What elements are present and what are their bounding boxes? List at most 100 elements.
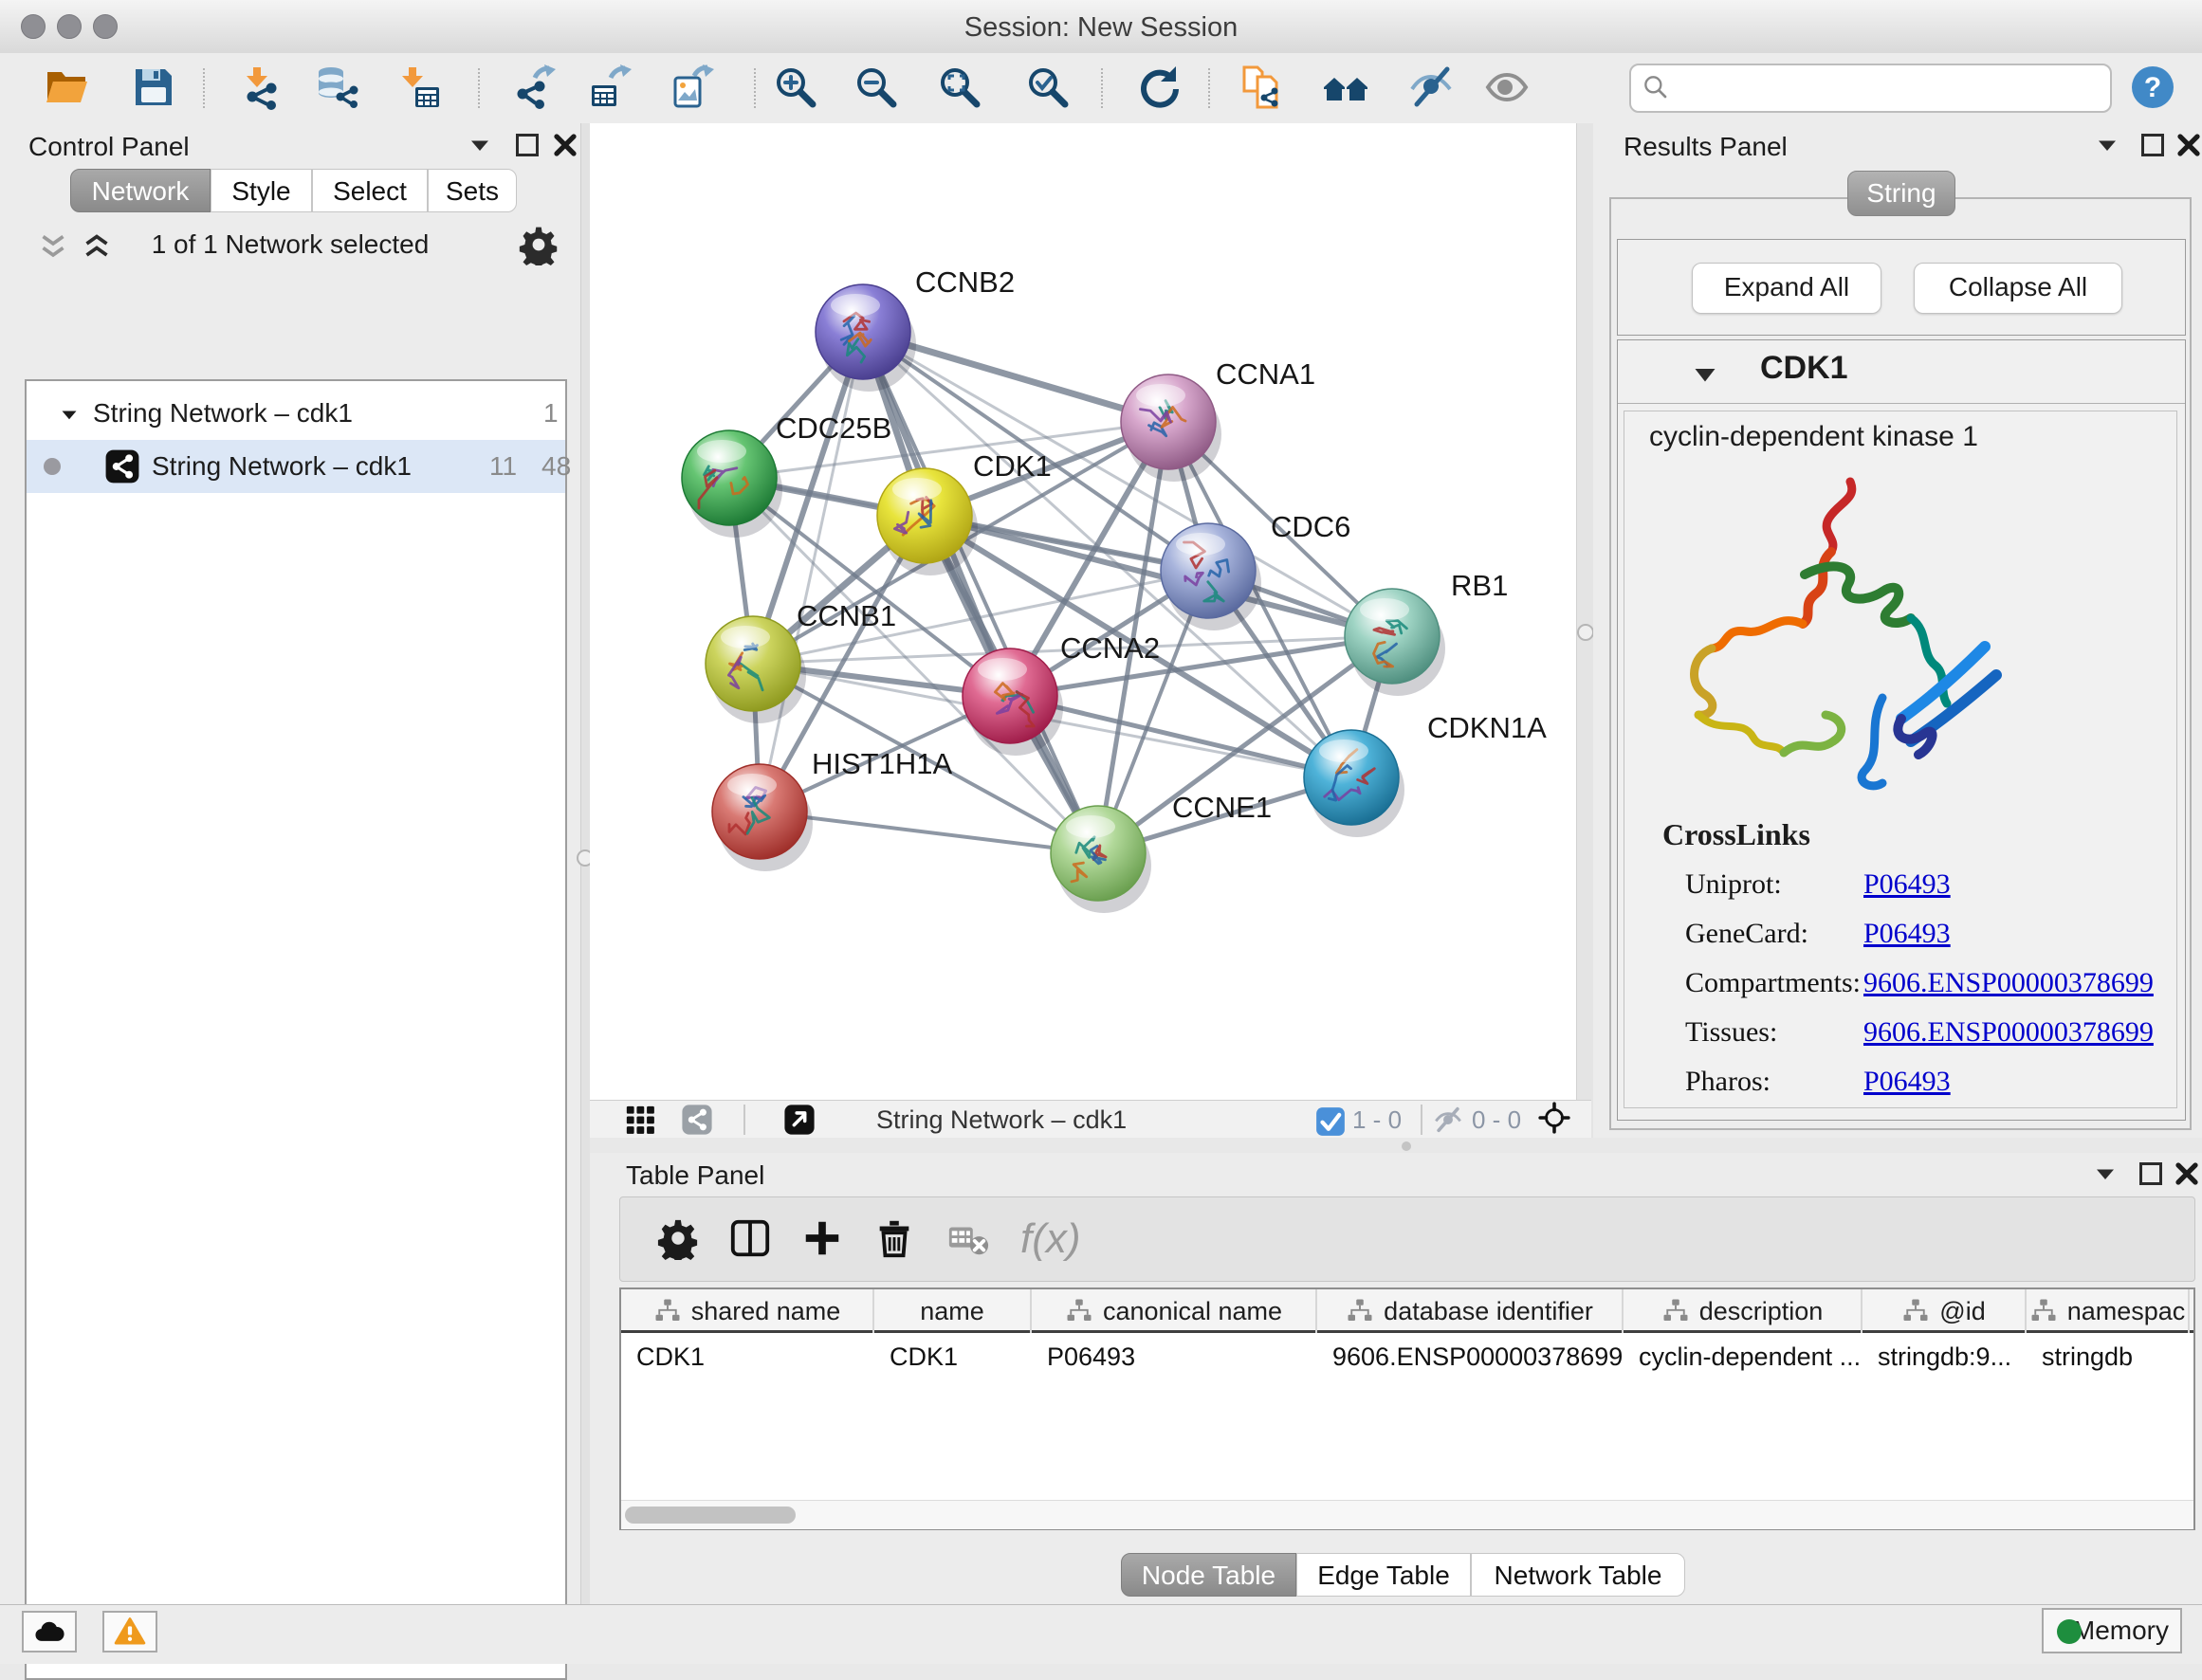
import-network-icon[interactable]: [237, 64, 283, 110]
gear-icon[interactable]: [518, 224, 560, 265]
crosslink-link[interactable]: P06493: [1863, 1066, 1951, 1098]
node-CDKN1A[interactable]: CDKN1A: [1304, 711, 1547, 837]
hidden-eye-icon[interactable]: [1432, 1104, 1464, 1136]
import-table-icon[interactable]: [396, 64, 442, 110]
show-all-icon[interactable]: [1484, 64, 1530, 110]
tab-network-table[interactable]: Network Table: [1471, 1553, 1685, 1597]
node-label-CCNA1: CCNA1: [1216, 357, 1315, 391]
delete-table-icon[interactable]: [946, 1216, 990, 1260]
search-box[interactable]: [1629, 64, 2112, 113]
crosslink-link[interactable]: 9606.ENSP00000378699: [1863, 967, 2154, 999]
node-HIST1H1A[interactable]: HIST1H1A: [712, 747, 952, 871]
crosslink-link[interactable]: 9606.ENSP00000378699: [1863, 1016, 2154, 1049]
help-button[interactable]: ?: [2130, 64, 2175, 110]
node-CDK1[interactable]: CDK1: [877, 449, 1052, 575]
column-header-namespac[interactable]: namespac: [2027, 1289, 2190, 1333]
save-session-icon[interactable]: [131, 64, 176, 110]
column-header-description[interactable]: description: [1624, 1289, 1863, 1333]
tab-network[interactable]: Network: [70, 169, 211, 212]
export-image-icon[interactable]: [670, 64, 715, 110]
column-header--id[interactable]: @id: [1863, 1289, 2027, 1333]
scrollbar-thumb[interactable]: [625, 1507, 796, 1524]
crosslink-link[interactable]: P06493: [1863, 868, 1951, 901]
open-in-new-window-icon[interactable]: [783, 1104, 816, 1136]
open-folder-icon[interactable]: [44, 64, 89, 110]
panel-menu-icon[interactable]: [2088, 1157, 2122, 1191]
expand-all-button[interactable]: Expand All: [1692, 263, 1881, 314]
network-share-icon[interactable]: [681, 1104, 713, 1136]
memory-button[interactable]: Memory: [2042, 1608, 2182, 1653]
close-icon[interactable]: [2172, 128, 2202, 162]
table-cell[interactable]: CDK1: [621, 1336, 874, 1378]
float-window-icon[interactable]: [2136, 128, 2170, 162]
panel-menu-icon[interactable]: [2090, 128, 2124, 162]
delete-column-icon[interactable]: [872, 1216, 916, 1260]
control-panel: Control Panel Network Style Select Sets …: [0, 123, 580, 1604]
tab-sets[interactable]: Sets: [428, 169, 517, 212]
import-network-database-icon[interactable]: [313, 64, 358, 110]
column-header-name[interactable]: name: [874, 1289, 1032, 1333]
add-column-icon[interactable]: [800, 1216, 844, 1260]
zoom-fit-icon[interactable]: [937, 64, 982, 110]
collapse-all-button[interactable]: Collapse All: [1914, 263, 2122, 314]
hide-selected-icon[interactable]: [1408, 64, 1454, 110]
float-window-icon[interactable]: [510, 128, 544, 162]
float-window-icon[interactable]: [2134, 1157, 2168, 1191]
collapse-triangle-icon[interactable]: [55, 387, 83, 440]
node-CCNB2[interactable]: CCNB2: [816, 265, 1015, 392]
network-edge-count: 48: [541, 440, 571, 493]
zoom-in-icon[interactable]: [773, 64, 818, 110]
svg-text:?: ?: [2144, 72, 2161, 103]
node-CCNB1[interactable]: CCNB1: [706, 599, 896, 723]
tab-string[interactable]: String: [1847, 171, 1955, 216]
export-network-icon[interactable]: [512, 64, 558, 110]
table-cell[interactable]: P06493: [1032, 1336, 1317, 1378]
table-cell[interactable]: stringdb:9...: [1863, 1336, 2027, 1378]
birds-eye-view-icon[interactable]: [1538, 1102, 1574, 1138]
memory-label: Memory: [2073, 1616, 2169, 1645]
column-header-shared-name[interactable]: shared name: [621, 1289, 874, 1333]
panel-menu-icon[interactable]: [463, 128, 497, 162]
refresh-icon[interactable]: [1136, 64, 1182, 110]
collapse-section-icon[interactable]: [1688, 357, 1722, 392]
gear-icon[interactable]: [656, 1216, 700, 1260]
table-cell[interactable]: cyclin-dependent ...: [1624, 1336, 1863, 1378]
cloud-button[interactable]: [22, 1611, 77, 1653]
warning-button[interactable]: [102, 1611, 157, 1653]
hidden-node-edge-counts: 0 - 0: [1472, 1101, 1521, 1139]
horizontal-splitter-handle[interactable]: [1402, 1141, 1411, 1151]
column-header-database-identifier[interactable]: database identifier: [1317, 1289, 1624, 1333]
node-RB1[interactable]: RB1: [1345, 569, 1508, 696]
crosslink-link[interactable]: P06493: [1863, 918, 1951, 950]
right-splitter[interactable]: [1576, 123, 1595, 1138]
export-table-icon[interactable]: [588, 64, 633, 110]
network-row-selected[interactable]: String Network – cdk1 11 48: [27, 440, 565, 493]
node-CCNA1[interactable]: CCNA1: [1121, 357, 1315, 482]
zoom-selected-icon[interactable]: [1025, 64, 1071, 110]
tab-select[interactable]: Select: [312, 169, 428, 212]
tab-style[interactable]: Style: [211, 169, 312, 212]
table-cell[interactable]: 9606.ENSP00000378699: [1317, 1336, 1624, 1378]
grid-view-icon[interactable]: [624, 1104, 656, 1136]
close-icon[interactable]: [2170, 1157, 2202, 1191]
tab-edge-table[interactable]: Edge Table: [1296, 1553, 1471, 1597]
network-collection-row[interactable]: String Network – cdk1 1: [27, 387, 565, 440]
right-splitter-handle[interactable]: [1577, 624, 1594, 641]
show-columns-icon[interactable]: [728, 1216, 772, 1260]
table-cell[interactable]: CDK1: [874, 1336, 1032, 1378]
node-label-CDKN1A: CDKN1A: [1427, 711, 1547, 744]
node-CDC25B[interactable]: CDC25B: [682, 411, 891, 538]
table-cell[interactable]: stringdb: [2027, 1336, 2190, 1378]
horizontal-scrollbar[interactable]: [621, 1500, 2193, 1529]
search-input[interactable]: [1679, 69, 2100, 105]
column-header-canonical-name[interactable]: canonical name: [1032, 1289, 1317, 1333]
toolbar-separator: [1208, 68, 1210, 108]
zoom-out-icon[interactable]: [853, 64, 899, 110]
network-canvas[interactable]: CCNB2CCNA1CDC25BCDK1CDC6RB1CCNB1CCNA2CDK…: [590, 123, 1576, 1100]
first-neighbors-icon[interactable]: [1323, 64, 1368, 110]
horizontal-splitter[interactable]: [590, 1138, 2202, 1153]
tab-node-table[interactable]: Node Table: [1121, 1553, 1296, 1597]
clone-network-icon[interactable]: [1239, 64, 1285, 110]
close-icon[interactable]: [548, 128, 582, 162]
selected-checkbox-icon[interactable]: [1314, 1105, 1343, 1134]
